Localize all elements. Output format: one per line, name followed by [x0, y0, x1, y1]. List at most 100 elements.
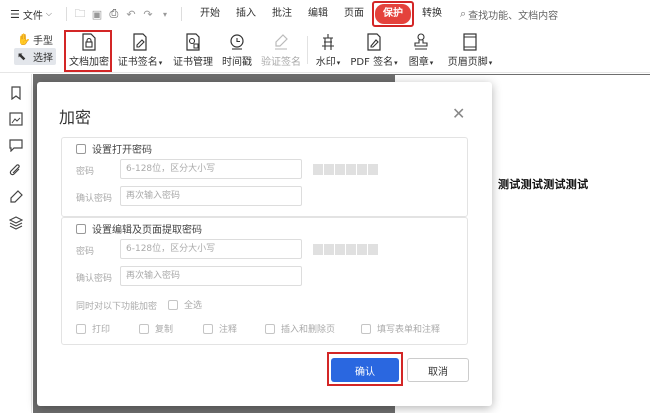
search-placeholder: 查找功能、文档内容: [468, 10, 559, 22]
confirm-password-label: 确认密码: [76, 194, 113, 204]
hamburger-icon: ☰: [10, 7, 20, 21]
verify-signature-icon: [275, 34, 288, 50]
timestamp-button[interactable]: 时间戳: [220, 30, 254, 70]
watermark-button[interactable]: 水印▾: [312, 30, 344, 70]
checkbox-icon: [76, 323, 86, 334]
fill-forms-checkbox[interactable]: 填写表单和注释: [361, 322, 440, 335]
select-tool[interactable]: ⬉ 选择: [14, 48, 56, 65]
search-icon: ⌕: [459, 7, 467, 20]
annotate-checkbox[interactable]: 注释: [203, 322, 237, 335]
dropdown-arrow-icon: ▾: [488, 59, 493, 67]
tab-insert[interactable]: 插入: [228, 4, 264, 24]
fill-forms-label: 填写表单和注释: [377, 325, 441, 335]
cancel-button[interactable]: 取消: [407, 358, 469, 382]
customize-icon[interactable]: ▾: [158, 10, 172, 19]
divider: [180, 7, 182, 21]
document-text: 测试测试测试测试: [498, 178, 589, 191]
menu-bar: ☰ 文件 ⌵ 🗀 ▣ ⎙ ↶ ↷ ▾ 开始 插入 批注 编辑 页面 保护 转换 …: [0, 0, 650, 28]
file-menu-label: 文件: [22, 10, 43, 22]
insert-delete-pages-label: 插入和删除页: [281, 325, 336, 335]
open-confirm-password-input[interactable]: 再次输入密码: [120, 186, 302, 206]
select-tool-label: 选择: [33, 53, 53, 64]
password-strength-meter: [313, 244, 379, 255]
timestamp-label: 时间戳: [222, 57, 252, 68]
open-password-label: 设置打开密码: [92, 145, 152, 156]
tab-page[interactable]: 页面: [336, 4, 372, 24]
encrypt-document-highlight: [64, 30, 112, 72]
close-icon[interactable]: ✕: [452, 104, 465, 123]
certificate-sign-label: 证书签名: [117, 57, 158, 68]
search-input[interactable]: ⌕ 查找功能、文档内容: [460, 7, 558, 22]
hand-icon: ✋: [17, 33, 31, 46]
print-checkbox[interactable]: 打印: [76, 322, 110, 335]
signature-icon[interactable]: [0, 184, 32, 210]
layers-icon[interactable]: [0, 210, 32, 236]
open-folder-icon[interactable]: 🗀: [73, 5, 87, 24]
edit-password-checkbox[interactable]: 设置编辑及页面提取密码: [76, 221, 206, 236]
edit-confirm-password-input[interactable]: 再次输入密码: [120, 266, 302, 286]
pdf-sign-label: PDF 签名: [350, 57, 394, 68]
password-label: 密码: [76, 167, 95, 177]
tab-convert[interactable]: 转换: [414, 4, 450, 24]
ribbon-tabs: 开始 插入 批注 编辑 页面 保护 转换: [192, 1, 450, 27]
tab-protect[interactable]: 保护: [374, 4, 411, 24]
checkbox-icon: [139, 323, 149, 334]
open-password-checkbox[interactable]: 设置打开密码: [76, 141, 156, 156]
dropdown-arrow-icon: ▾: [336, 59, 341, 67]
checkbox-icon: [76, 223, 86, 234]
header-footer-button[interactable]: 页眉页脚▾: [445, 30, 495, 70]
annotate-option-label: 注释: [219, 325, 238, 335]
certificate-manage-icon: [186, 33, 200, 51]
quick-access: 🗀 ▣ ⎙ ↶ ↷ ▾: [60, 5, 188, 24]
tab-edit[interactable]: 编辑: [300, 4, 336, 24]
select-all-label: 全选: [184, 301, 203, 311]
stamp-icon: [414, 33, 428, 50]
comment-icon[interactable]: [0, 132, 32, 158]
print-option-label: 打印: [92, 325, 111, 335]
checkbox-icon: [168, 299, 178, 310]
bookmark-icon[interactable]: [0, 80, 32, 106]
copy-checkbox[interactable]: 复制: [139, 322, 173, 335]
chevron-down-icon: ⌵: [45, 9, 52, 18]
attachment-icon[interactable]: [0, 158, 32, 184]
stamp-label: 图章: [408, 57, 429, 68]
tab-protect-highlight: 保护: [371, 1, 414, 27]
timestamp-icon: [230, 34, 244, 50]
left-sidebar: [0, 74, 32, 413]
certificate-sign-icon: [133, 33, 147, 51]
print-icon[interactable]: ⎙: [107, 7, 121, 21]
tab-comment[interactable]: 批注: [264, 4, 300, 24]
pdf-sign-icon: [367, 33, 381, 51]
confirm-password-label: 确认密码: [76, 274, 113, 284]
certificate-manage-label: 证书管理: [173, 57, 213, 68]
pdf-sign-button[interactable]: PDF 签名▾: [350, 30, 398, 70]
select-all-checkbox[interactable]: 全选: [168, 298, 202, 311]
insert-delete-pages-checkbox[interactable]: 插入和删除页: [265, 322, 335, 335]
watermark-icon: [322, 34, 334, 50]
undo-icon[interactable]: ↶: [124, 8, 138, 21]
verify-signature-label: 验证签名: [261, 57, 301, 68]
verify-signature-button[interactable]: 验证签名: [259, 30, 303, 70]
file-menu[interactable]: ☰ 文件 ⌵: [10, 7, 52, 22]
dropdown-arrow-icon: ▾: [394, 59, 398, 67]
edit-password-group: 设置编辑及页面提取密码 密码 6-128位，区分大小写 确认密码 再次输入密码 …: [61, 217, 468, 345]
certificate-manage-button[interactable]: 证书管理: [171, 30, 215, 70]
hand-tool[interactable]: ✋ 手型: [14, 31, 56, 48]
save-icon[interactable]: ▣: [90, 8, 104, 21]
watermark-label: 水印: [315, 57, 336, 68]
hand-tool-label: 手型: [33, 36, 53, 47]
edit-password-label: 设置编辑及页面提取密码: [92, 225, 202, 236]
edit-password-input[interactable]: 6-128位，区分大小写: [120, 239, 302, 259]
open-password-input[interactable]: 6-128位，区分大小写: [120, 159, 302, 179]
restrict-features-label: 同时对以下功能加密: [76, 302, 158, 312]
checkbox-icon: [76, 143, 86, 154]
certificate-sign-button[interactable]: 证书签名▾: [115, 30, 165, 70]
open-password-group: 设置打开密码 密码 6-128位，区分大小写 确认密码 再次输入密码: [61, 137, 468, 217]
header-footer-label: 页眉页脚: [447, 57, 488, 68]
image-icon[interactable]: [0, 106, 32, 132]
stamp-button[interactable]: 图章▾: [404, 30, 438, 70]
redo-icon[interactable]: ↷: [141, 8, 155, 21]
checkbox-icon: [203, 323, 213, 334]
checkbox-icon: [265, 323, 275, 334]
tab-start[interactable]: 开始: [192, 4, 228, 24]
